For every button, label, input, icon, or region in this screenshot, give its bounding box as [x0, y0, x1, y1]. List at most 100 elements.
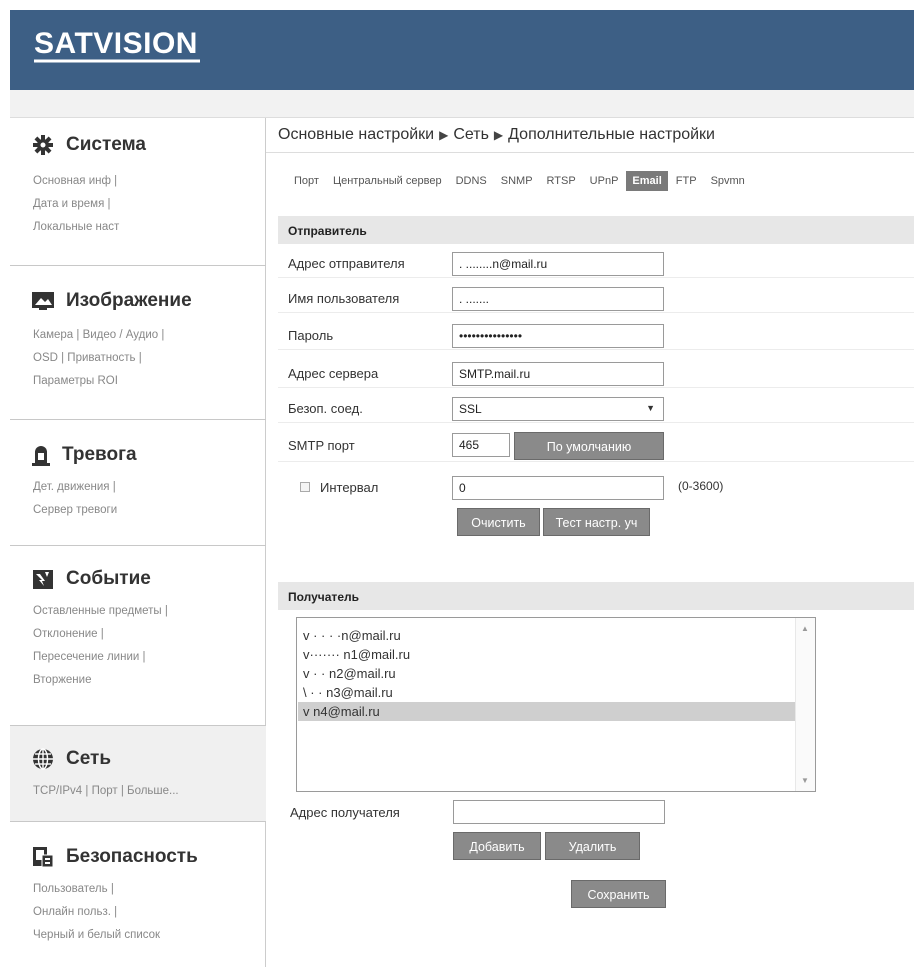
event-icon	[32, 568, 54, 590]
alarm-icon	[32, 444, 50, 466]
svg-text:SATVISION: SATVISION	[34, 27, 198, 60]
sidebar-title-network[interactable]: Сеть	[32, 748, 111, 770]
sidebar-link-black-white-list[interactable]: Черный и белый список	[33, 929, 160, 941]
tab-ftp[interactable]: FTP	[670, 171, 703, 191]
recipient-item[interactable]: v······· n1@mail.ru	[298, 645, 795, 664]
sidebar-link-date-time[interactable]: Дата и время |	[33, 198, 111, 210]
breadcrumb-item-basic-settings[interactable]: Основные настройки	[278, 126, 434, 143]
smtp-port-label: SMTP порт	[288, 438, 355, 453]
tab-bar: Порт Центральный сервер DDNS SNMP RTSP U…	[288, 171, 753, 191]
sidebar-section-system: Система Основная инф | Дата и время | Ло…	[10, 118, 266, 266]
sidebar-link-local-settings[interactable]: Локальные наст	[33, 221, 119, 233]
sidebar-link-line-crossing[interactable]: Пересечение линии |	[33, 651, 145, 663]
sender-address-row: Адрес отправителя	[278, 249, 914, 278]
header-subbar	[10, 90, 914, 118]
server-address-input[interactable]	[452, 362, 664, 386]
test-settings-button[interactable]: Тест настр. уч	[543, 508, 650, 536]
sidebar-title-event[interactable]: Событие	[32, 568, 151, 590]
recipient-list[interactable]: v · · · ·n@mail.ru v······· n1@mail.ru v…	[296, 617, 816, 792]
receiver-section-header: Получатель	[278, 582, 914, 610]
server-address-label: Адрес сервера	[288, 366, 379, 381]
sidebar-section-network: Сеть TCP/IPv4 | Порт | Больше...	[10, 726, 266, 822]
delete-recipient-button[interactable]: Удалить	[545, 832, 640, 860]
secure-connection-label: Безоп. соед.	[288, 401, 363, 416]
password-row: Пароль	[278, 321, 914, 350]
tab-spvmn[interactable]: Spvmn	[705, 171, 751, 191]
top-header: SATVISION	[10, 10, 914, 90]
add-recipient-button[interactable]: Добавить	[453, 832, 541, 860]
tab-port[interactable]: Порт	[288, 171, 325, 191]
interval-label: Интервал	[320, 480, 379, 495]
secure-connection-row: Безоп. соед. SSL ▼	[278, 394, 914, 423]
sidebar-link-deviation[interactable]: Отклонение |	[33, 628, 104, 640]
breadcrumb-separator-icon: ▶	[439, 128, 449, 142]
recipient-address-label: Адрес получателя	[290, 805, 400, 820]
sidebar-section-image: Изображение Камера | Видео / Аудио | OSD…	[10, 266, 266, 420]
sidebar-link-roi[interactable]: Параметры ROI	[33, 375, 118, 387]
tab-upnp[interactable]: UPnP	[584, 171, 625, 191]
sidebar-link-intrusion[interactable]: Вторжение	[33, 674, 91, 686]
default-port-button[interactable]: По умолчанию	[514, 432, 664, 460]
sidebar-title-alarm[interactable]: Тревога	[32, 444, 137, 466]
sidebar-title-system[interactable]: Система	[32, 134, 146, 156]
sidebar-link-abandoned-objects[interactable]: Оставленные предметы |	[33, 605, 168, 617]
sidebar-section-alarm: Тревога Дет. движения | Сервер тревоги	[10, 420, 266, 546]
sender-address-input[interactable]	[452, 252, 664, 276]
scroll-up-icon[interactable]: ▲	[801, 624, 809, 633]
username-label: Имя пользователя	[288, 291, 400, 306]
interval-input[interactable]	[452, 476, 664, 500]
sidebar-section-security: Безопасность Пользователь | Онлайн польз…	[10, 822, 266, 967]
sidebar-link-tcp-port-more[interactable]: TCP/IPv4 | Порт | Больше...	[33, 785, 179, 797]
tab-email[interactable]: Email	[626, 171, 668, 191]
recipient-address-input[interactable]	[453, 800, 665, 824]
recipient-item-selected[interactable]: v n4@mail.ru	[298, 702, 795, 721]
tab-central-server[interactable]: Центральный сервер	[327, 171, 448, 191]
recipient-list-scrollbar[interactable]: ▲ ▼	[795, 618, 815, 791]
recipient-item[interactable]: v · · n2@mail.ru	[298, 664, 795, 683]
breadcrumb-item-advanced: Дополнительные настройки	[508, 126, 715, 143]
tab-rtsp[interactable]: RTSP	[541, 171, 582, 191]
breadcrumb-item-network[interactable]: Сеть	[453, 126, 489, 143]
secure-connection-select[interactable]: SSL ▼	[452, 397, 664, 421]
sidebar-link-basic-info[interactable]: Основная инф |	[33, 175, 117, 187]
breadcrumb: Основные настройки ▶ Сеть ▶ Дополнительные н…	[278, 126, 715, 144]
dropdown-arrow-icon: ▼	[646, 403, 655, 413]
interval-range-hint: (0-3600)	[678, 479, 724, 493]
sidebar-link-motion-detection[interactable]: Дет. движения |	[33, 481, 116, 493]
sidebar-title-security[interactable]: Безопасность	[32, 846, 198, 868]
sender-address-label: Адрес отправителя	[288, 256, 405, 271]
main-content: Основные настройки ▶ Сеть ▶ Дополнительные н…	[266, 118, 914, 967]
sidebar-section-event: Событие Оставленные предметы | Отклонени…	[10, 546, 266, 726]
image-icon	[32, 291, 54, 311]
breadcrumb-divider	[266, 152, 914, 153]
server-address-row: Адрес сервера	[278, 359, 914, 388]
interval-checkbox[interactable]	[300, 482, 310, 492]
sender-section-header: Отправитель	[278, 216, 914, 244]
recipient-item[interactable]: \ · · n3@mail.ru	[298, 683, 795, 702]
tab-ddns[interactable]: DDNS	[450, 171, 493, 191]
satvision-logo: SATVISION	[32, 23, 204, 72]
sidebar-link-osd-privacy[interactable]: OSD | Приватность |	[33, 352, 142, 364]
secure-connection-value: SSL	[459, 402, 482, 416]
smtp-port-input[interactable]	[452, 433, 510, 457]
password-label: Пароль	[288, 328, 334, 343]
password-input[interactable]	[452, 324, 664, 348]
globe-icon	[32, 748, 54, 770]
security-icon	[32, 846, 54, 868]
breadcrumb-separator-icon: ▶	[493, 128, 504, 142]
sidebar-link-alarm-server[interactable]: Сервер тревоги	[33, 504, 117, 516]
recipient-item[interactable]: v · · · ·n@mail.ru	[298, 626, 795, 645]
sidebar-link-user[interactable]: Пользователь |	[33, 883, 114, 895]
username-input[interactable]	[452, 287, 664, 311]
sidebar-link-camera-video-audio[interactable]: Камера | Видео / Аудио |	[33, 329, 164, 341]
sidebar-title-image[interactable]: Изображение	[32, 290, 192, 312]
sidebar-link-online-users[interactable]: Онлайн польз. |	[33, 906, 117, 918]
clear-button[interactable]: Очистить	[457, 508, 540, 536]
username-row: Имя пользователя	[278, 284, 914, 313]
tab-snmp[interactable]: SNMP	[495, 171, 539, 191]
recipient-address-row: Адрес получателя	[278, 797, 914, 826]
smtp-port-row: SMTP порт По умолчанию	[278, 429, 914, 462]
interval-row: Интервал (0-3600)	[278, 473, 914, 502]
scroll-down-icon[interactable]: ▼	[801, 776, 809, 785]
save-button[interactable]: Сохранить	[571, 880, 666, 908]
